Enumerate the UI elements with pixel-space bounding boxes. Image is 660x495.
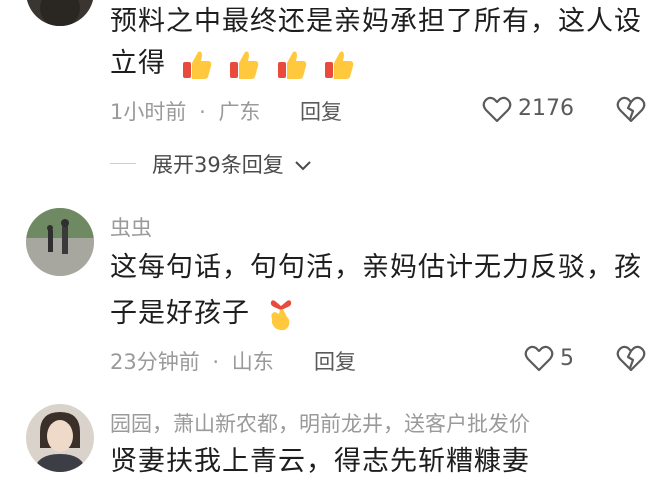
- comment-text-line: 这每句话，句句活，亲妈估计无力反驳，孩: [110, 252, 642, 283]
- broken-heart-icon[interactable]: [616, 95, 646, 123]
- like-count: 5: [560, 346, 574, 371]
- expand-replies-label: 展开39条回复: [152, 153, 284, 177]
- reply-button[interactable]: 回复: [314, 346, 356, 376]
- meta-separator: ·: [212, 350, 220, 374]
- finger-heart-icon: [270, 299, 291, 330]
- location: 山东: [231, 350, 274, 374]
- comment-meta: 1小时前 · 广东: [110, 96, 260, 126]
- comment-text: 子是好孩子: [110, 292, 296, 336]
- meta-separator: ·: [199, 100, 206, 124]
- chevron-down-icon: [295, 161, 312, 171]
- expand-replies-button[interactable]: 展开39条回复: [152, 149, 312, 179]
- avatar[interactable]: [26, 404, 94, 472]
- comment-text-line: 立得: [110, 48, 166, 79]
- avatar[interactable]: [26, 0, 94, 26]
- expand-divider: [110, 163, 136, 164]
- comment-text: 贤妻扶我上青云，得志先斩糟糠妻: [110, 440, 530, 484]
- username[interactable]: 园园，萧山新农都，明前龙井，送客户批发价: [110, 408, 530, 438]
- comment-text-line: 预料之中最终还是亲妈承担了所有，这人设: [110, 6, 642, 37]
- avatar[interactable]: [26, 208, 94, 276]
- timestamp: 1小时前: [110, 100, 187, 124]
- thumbs-up-icon: [182, 51, 211, 79]
- heart-outline-icon[interactable]: [482, 95, 512, 123]
- location: 广东: [218, 100, 261, 124]
- username[interactable]: 虫虫: [110, 212, 152, 242]
- thumbs-up-icon: [230, 51, 259, 79]
- thumbs-up-icon: [277, 51, 307, 79]
- reply-button[interactable]: 回复: [300, 96, 342, 126]
- comment-meta: 23分钟前 · 山东: [110, 346, 274, 376]
- like-count: 2176: [518, 96, 574, 121]
- thumbs-up-icon: [325, 51, 354, 79]
- comment-text: 立得: [110, 42, 356, 86]
- comment-thread: 预料之中最终还是亲妈承担了所有，这人设 立得 1小时前 · 广东 回复 2176…: [0, 0, 660, 495]
- heart-outline-icon[interactable]: [524, 344, 554, 372]
- comment-text: 这每句话，句句活，亲妈估计无力反驳，孩: [110, 246, 642, 290]
- comment-text-line: 贤妻扶我上青云，得志先斩糟糠妻: [110, 446, 530, 477]
- broken-heart-icon[interactable]: [616, 344, 646, 372]
- comment-text: 预料之中最终还是亲妈承担了所有，这人设: [110, 0, 642, 44]
- comment-text-line: 子是好孩子: [110, 298, 250, 329]
- timestamp: 23分钟前: [110, 350, 200, 374]
